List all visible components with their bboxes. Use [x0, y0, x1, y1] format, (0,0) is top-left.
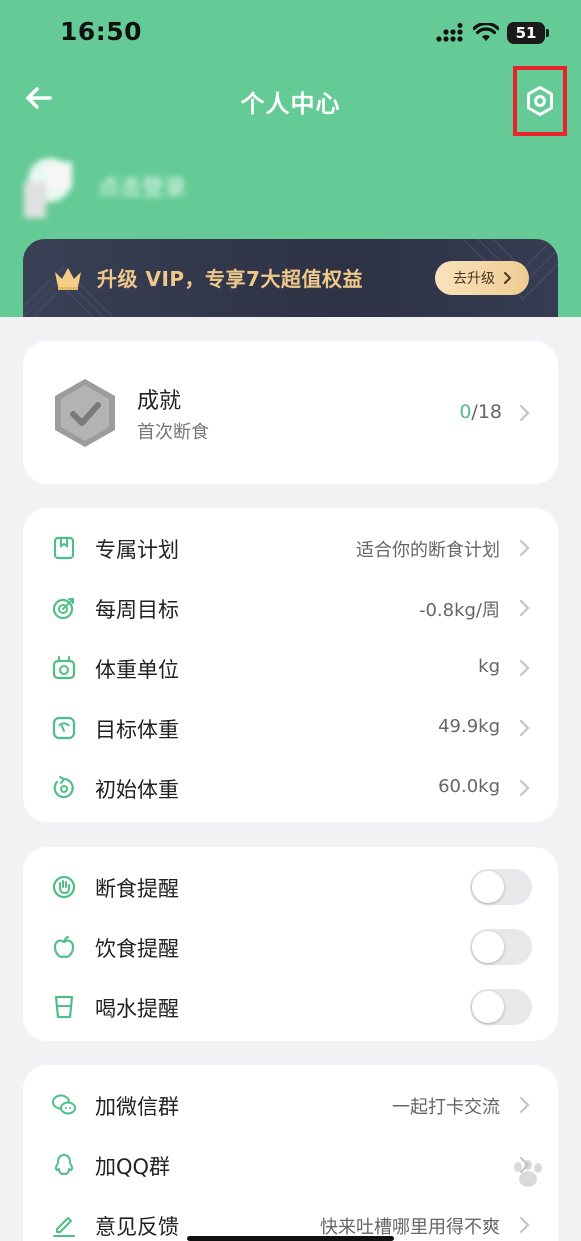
upgrade-button-label: 去升级	[453, 271, 495, 287]
row-value: 60.0kg	[438, 776, 500, 797]
toggle-knob	[472, 931, 504, 963]
edit-icon	[53, 1217, 75, 1237]
scale-icon	[52, 656, 76, 680]
row-value: 适合你的断食计划	[356, 540, 500, 561]
status-bar: 16:50 51	[0, 0, 581, 66]
fasting-reminder-toggle[interactable]	[470, 869, 532, 905]
chevron-right-icon	[519, 404, 530, 422]
battery-icon: 51	[507, 22, 549, 44]
chevron-right-icon	[519, 1216, 530, 1234]
chevron-right-icon	[519, 779, 530, 797]
row-value: 一起打卡交流	[392, 1097, 500, 1118]
water-reminder-toggle[interactable]	[470, 989, 532, 1025]
row-value: -0.8kg/周	[418, 600, 500, 621]
fasting-hand-icon	[52, 875, 76, 899]
cup-icon	[54, 995, 74, 1019]
reminder-row-water: 喝水提醒	[23, 977, 558, 1037]
row-label: 意见反馈	[95, 1215, 179, 1239]
achievement-subtitle: 首次断食	[137, 422, 209, 443]
chevron-right-icon	[519, 539, 530, 557]
row-label: 断食提醒	[95, 877, 179, 901]
nav-bar: 个人中心	[0, 66, 581, 132]
row-value: 49.9kg	[438, 716, 500, 737]
status-icons: 51	[435, 22, 549, 44]
page-title: 个人中心	[240, 90, 341, 118]
login-prompt[interactable]: 点击登录	[98, 170, 186, 202]
plan-settings-card: 专属计划 适合你的断食计划 每周目标 -0.8kg/周 体重单位 kg 目标体重…	[23, 508, 558, 822]
plan-row-weekly-goal[interactable]: 每周目标 -0.8kg/周	[23, 578, 558, 638]
chevron-right-icon	[519, 659, 530, 677]
wechat-icon	[52, 1094, 76, 1115]
settings-button[interactable]	[513, 66, 567, 136]
vip-banner[interactable]: 升级 VIP，专享7大超值权益 去升级	[23, 239, 558, 317]
row-value: kg	[478, 656, 500, 677]
initial-weight-icon	[53, 776, 74, 799]
status-time: 16:50	[60, 17, 143, 46]
achievement-count-total: /18	[471, 401, 502, 423]
avatar	[24, 158, 72, 218]
upgrade-button[interactable]: 去升级	[435, 261, 529, 295]
diet-reminder-toggle[interactable]	[470, 929, 532, 965]
achievement-card[interactable]: 成就 首次断食 0/18	[23, 341, 558, 484]
reminder-row-diet: 饮食提醒	[23, 917, 558, 977]
row-label: 每周目标	[95, 598, 179, 622]
home-indicator	[187, 1236, 394, 1241]
goal-weight-icon	[52, 716, 76, 740]
profile-login[interactable]: 点击登录	[20, 148, 320, 228]
reminder-row-fasting: 断食提醒	[23, 857, 558, 917]
gear-icon	[527, 86, 553, 116]
crown-icon	[55, 268, 81, 290]
community-card: 加微信群 一起打卡交流 加QQ群 意见反馈 快来吐槽哪里用得不爽	[23, 1065, 558, 1241]
apple-icon	[53, 936, 75, 959]
chevron-right-icon	[504, 272, 511, 284]
social-row-wechat-group[interactable]: 加微信群 一起打卡交流	[23, 1075, 558, 1135]
achievement-title: 成就	[137, 389, 182, 414]
chevron-right-icon	[519, 719, 530, 737]
reminders-card: 断食提醒 饮食提醒 喝水提醒	[23, 847, 558, 1041]
toggle-knob	[472, 871, 504, 903]
plan-icon	[53, 536, 75, 560]
plan-row-goal-weight[interactable]: 目标体重 49.9kg	[23, 698, 558, 758]
row-label: 加微信群	[95, 1095, 179, 1119]
achievement-badge-icon	[55, 379, 115, 447]
row-label: 体重单位	[95, 658, 179, 682]
chevron-right-icon	[519, 1096, 530, 1114]
row-label: 饮食提醒	[95, 937, 179, 961]
cellular-signal-icon	[436, 23, 463, 42]
plan-row-initial-weight[interactable]: 初始体重 60.0kg	[23, 758, 558, 818]
plan-row-exclusive-plan[interactable]: 专属计划 适合你的断食计划	[23, 518, 558, 578]
battery-level: 51	[515, 24, 537, 42]
toggle-knob	[472, 991, 504, 1023]
wifi-icon	[473, 23, 499, 41]
plan-row-weight-unit[interactable]: 体重单位 kg	[23, 638, 558, 698]
achievement-count: 0/18	[459, 401, 502, 423]
row-label: 目标体重	[95, 718, 179, 742]
vip-promo-text: 升级 VIP，专享7大超值权益	[97, 267, 363, 291]
row-label: 喝水提醒	[95, 997, 179, 1021]
watermark-logo	[514, 1160, 542, 1187]
qq-icon	[54, 1154, 74, 1175]
row-label: 加QQ群	[95, 1155, 171, 1179]
row-label: 初始体重	[95, 778, 179, 802]
target-icon	[52, 598, 74, 620]
chevron-right-icon	[519, 599, 530, 617]
achievement-count-done: 0	[459, 401, 472, 423]
row-label: 专属计划	[95, 538, 179, 562]
